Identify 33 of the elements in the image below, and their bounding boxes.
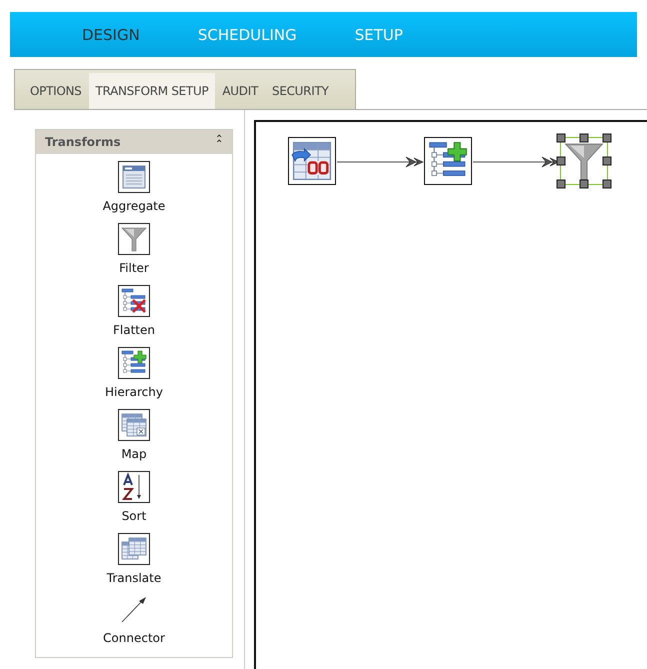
transform-node[interactable] [288, 137, 336, 185]
sub-tab[interactable]: AUDIT [215, 73, 265, 109]
resize-handle[interactable] [602, 180, 612, 188]
main-tab[interactable]: DESIGN [82, 26, 140, 44]
sort-icon[interactable] [118, 471, 150, 503]
grid-icon[interactable] [118, 533, 150, 565]
sub-tab[interactable]: SECURITY [265, 73, 336, 109]
sub-tab[interactable]: TRANSFORM SETUP [88, 73, 216, 109]
resize-handle[interactable] [602, 134, 612, 142]
funnel-icon[interactable] [118, 223, 150, 255]
panel-title: Transforms [45, 135, 121, 149]
resize-handle[interactable] [556, 134, 566, 142]
transform-label[interactable]: Filter [119, 261, 149, 275]
transform-label[interactable]: Connector [103, 631, 165, 645]
resize-handle[interactable] [556, 156, 566, 166]
transform-label[interactable]: Translate [106, 571, 162, 585]
transform-node[interactable] [424, 137, 472, 185]
transform-label[interactable]: Aggregate [102, 199, 166, 213]
window-icon[interactable] [118, 161, 150, 193]
connector-arrow[interactable] [336, 156, 424, 168]
resize-handle[interactable] [580, 134, 588, 142]
transform-label[interactable]: Hierarchy [104, 385, 163, 399]
sub-tab[interactable]: OPTIONS [23, 73, 88, 109]
resize-handle[interactable] [580, 180, 588, 188]
table-icon[interactable] [118, 409, 150, 441]
tree-delete-icon[interactable] [118, 285, 150, 317]
transform-label[interactable]: Map [121, 447, 147, 461]
transform-label[interactable]: Sort [122, 509, 146, 523]
tree-add-icon[interactable] [118, 347, 150, 379]
resize-handle[interactable] [556, 180, 566, 188]
transform-label[interactable]: Flatten [113, 323, 155, 337]
collapse-button[interactable]: ⌃ ⌃ [214, 136, 224, 148]
resize-handle[interactable] [602, 156, 612, 166]
